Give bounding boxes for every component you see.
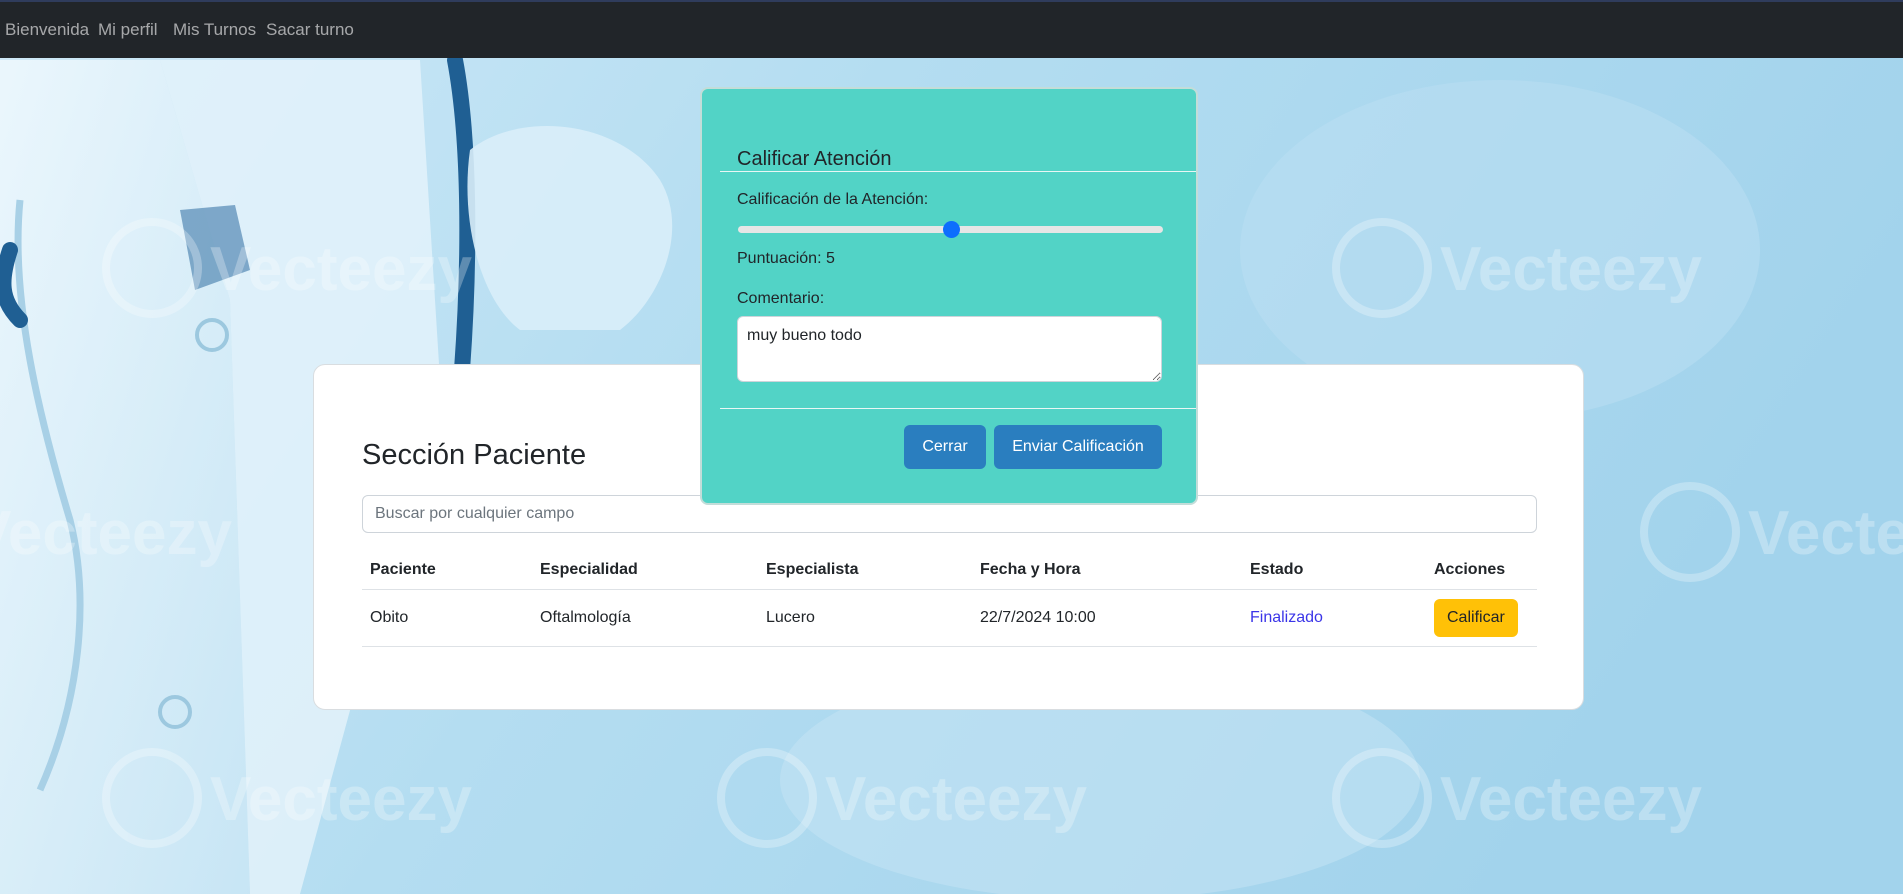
cell-paciente: Obito — [362, 589, 532, 647]
nav-link-mi-perfil[interactable]: Mi perfil — [98, 20, 158, 40]
close-button[interactable]: Cerrar — [904, 425, 986, 469]
watermark-text: Vecteezy — [210, 235, 473, 304]
col-header-paciente: Paciente — [362, 551, 532, 590]
rating-slider-thumb[interactable] — [942, 221, 960, 238]
watermark-text: Vecteezy — [1748, 499, 1903, 568]
watermark-text: Vecteezy — [1440, 765, 1703, 834]
cell-fecha-hora: 22/7/2024 10:00 — [972, 589, 1242, 647]
col-header-especialidad: Especialidad — [532, 551, 758, 590]
comment-textarea[interactable]: muy bueno todo — [737, 316, 1162, 382]
cell-especialidad: Oftalmología — [532, 589, 758, 647]
col-header-fecha-hora: Fecha y Hora — [972, 551, 1242, 590]
nav-link-sacar-turno[interactable]: Sacar turno — [266, 20, 354, 40]
watermark-text: Vecteezy — [825, 765, 1088, 834]
submit-rating-button[interactable]: Enviar Calificación — [994, 425, 1162, 469]
section-title: Sección Paciente — [362, 439, 587, 472]
status-label: Finalizado — [1250, 609, 1323, 626]
cell-estado: Finalizado — [1242, 589, 1426, 647]
watermark-text: Vecteezy — [0, 499, 233, 568]
appointments-table: Paciente Especialidad Especialista Fecha… — [362, 551, 1537, 647]
table-header-row: Paciente Especialidad Especialista Fecha… — [362, 551, 1537, 590]
col-header-especialista: Especialista — [758, 551, 972, 590]
nav-link-bienvenida[interactable]: Bienvenida — [5, 20, 89, 40]
comment-label: Comentario: — [737, 290, 825, 307]
modal-title: Calificar Atención — [737, 148, 892, 170]
rating-label: Calificación de la Atención: — [737, 191, 929, 208]
modal-footer-divider — [720, 408, 1196, 409]
nav-link-mis-turnos[interactable]: Mis Turnos — [173, 20, 256, 40]
col-header-acciones: Acciones — [1426, 551, 1537, 590]
cell-especialista: Lucero — [758, 589, 972, 647]
rating-modal: Calificar Atención Calificación de la At… — [700, 87, 1198, 505]
cell-acciones: Calificar — [1426, 589, 1537, 647]
table-row: Obito Oftalmología Lucero 22/7/2024 10:0… — [362, 589, 1537, 647]
rating-slider[interactable] — [738, 221, 1163, 238]
watermark-text: Vecteezy — [1440, 235, 1703, 304]
watermark-text: Vecteezy — [210, 765, 473, 834]
score-text: Puntuación: 5 — [737, 250, 835, 267]
top-navbar: Bienvenida Mi perfil Mis Turnos Sacar tu… — [0, 0, 1903, 58]
col-header-estado: Estado — [1242, 551, 1426, 590]
calificar-button[interactable]: Calificar — [1434, 599, 1518, 637]
modal-header-divider — [720, 171, 1196, 172]
